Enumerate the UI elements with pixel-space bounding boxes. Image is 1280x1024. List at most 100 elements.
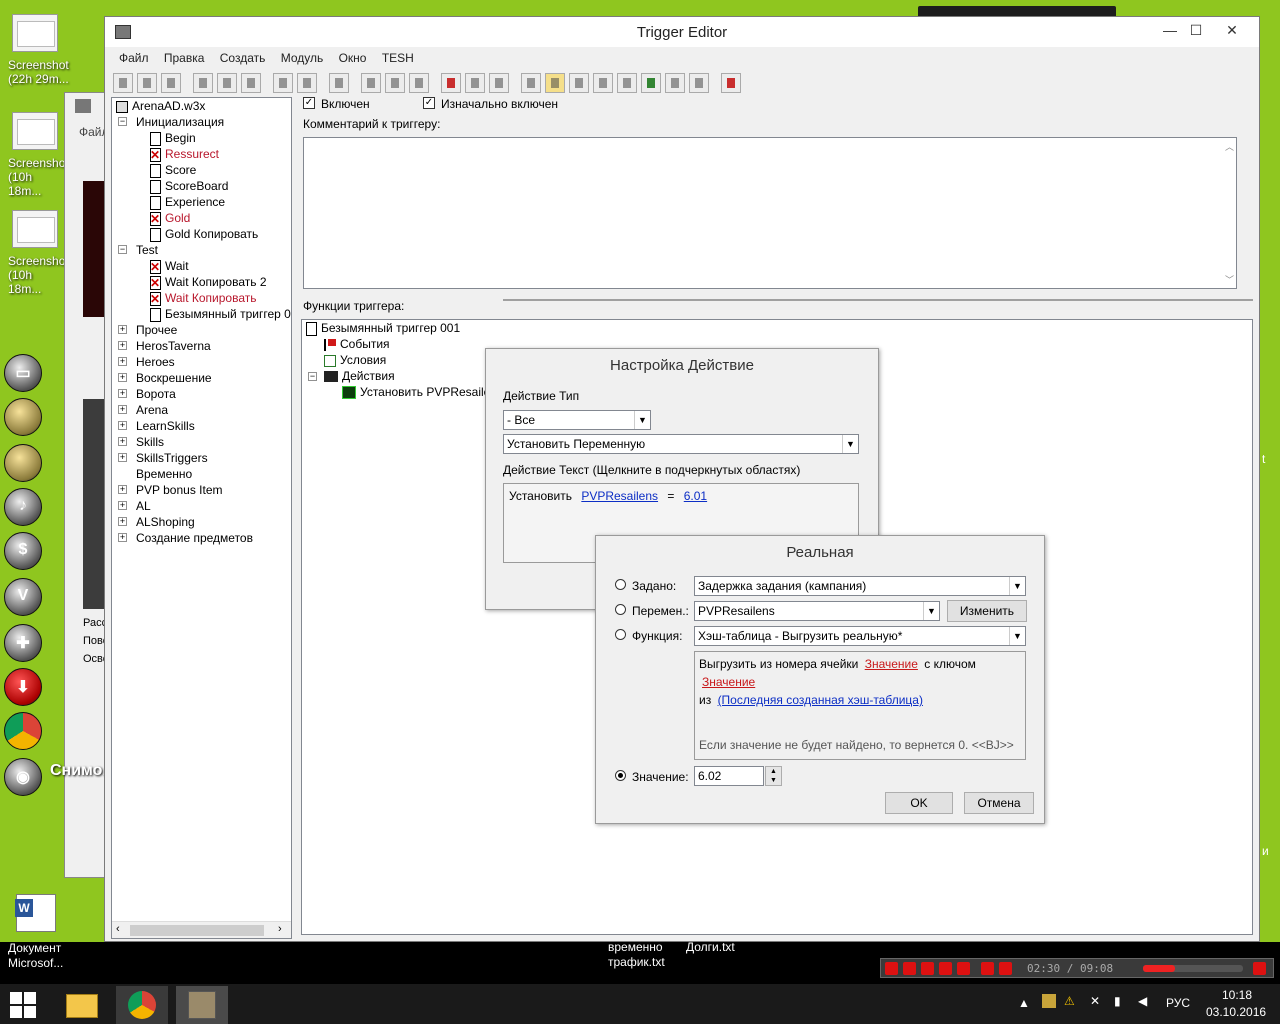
prev-icon[interactable] bbox=[939, 962, 952, 975]
tray-signal-icon[interactable]: ▮ bbox=[1114, 994, 1121, 1008]
test-map-icon[interactable] bbox=[721, 73, 741, 93]
splitter[interactable] bbox=[293, 97, 297, 939]
tree-category[interactable]: SkillsTriggers bbox=[132, 450, 208, 466]
menu-file[interactable]: Файл bbox=[113, 47, 155, 69]
edit-variable-button[interactable]: Изменить bbox=[947, 600, 1027, 622]
word-document-icon[interactable]: W bbox=[15, 894, 56, 932]
start-button[interactable] bbox=[10, 992, 36, 1018]
launcher-shield-icon[interactable]: ✚ bbox=[4, 624, 42, 662]
paste-icon[interactable] bbox=[241, 73, 261, 93]
tree-expand-toggle[interactable]: + bbox=[118, 421, 127, 430]
title-bar[interactable]: Trigger Editor — ☐ ✕ bbox=[105, 17, 1259, 47]
tree-trigger[interactable]: Score bbox=[150, 162, 196, 178]
trigger-editor-icon[interactable] bbox=[545, 73, 565, 93]
open-icon[interactable] bbox=[137, 73, 157, 93]
menu-module[interactable]: Модуль bbox=[275, 47, 330, 69]
object-editor-icon[interactable] bbox=[593, 73, 613, 93]
tree-category[interactable]: Test bbox=[132, 242, 158, 258]
tree-category[interactable]: Ворота bbox=[132, 386, 176, 402]
func-events[interactable]: События bbox=[324, 336, 390, 352]
tree-expand-toggle[interactable]: + bbox=[118, 373, 127, 382]
tree-expand-toggle[interactable]: + bbox=[118, 501, 127, 510]
new-icon[interactable] bbox=[113, 73, 133, 93]
enabled-checkbox[interactable]: ✓ bbox=[303, 97, 315, 109]
import-manager-icon[interactable] bbox=[665, 73, 685, 93]
new-category-icon[interactable] bbox=[361, 73, 381, 93]
action-type-select[interactable]: - Все ▼ bbox=[503, 410, 651, 430]
function-select[interactable]: Хэш-таблица - Выгрузить реальную* ▼ bbox=[694, 626, 1026, 646]
tray-volume-icon[interactable]: ◀ bbox=[1138, 994, 1147, 1008]
pane-splitter[interactable] bbox=[503, 299, 1253, 301]
preset-select[interactable]: Задержка задания (кампания) ▼ bbox=[694, 576, 1026, 596]
launcher-audio-icon[interactable]: ♪ bbox=[4, 488, 42, 526]
function-radio[interactable] bbox=[615, 629, 626, 640]
tree-expand-toggle[interactable]: + bbox=[118, 453, 127, 462]
action-select[interactable]: Установить Переменную ▼ bbox=[503, 434, 859, 454]
tree-trigger[interactable]: Gold bbox=[150, 210, 190, 227]
chevron-down-icon[interactable]: ▼ bbox=[634, 411, 650, 429]
tree-category[interactable]: ALShoping bbox=[132, 514, 195, 530]
tree-category[interactable]: PVP bonus Item bbox=[132, 482, 223, 498]
desktop-icon-screenshot-1[interactable]: Screenshot (22h 29m... bbox=[0, 14, 96, 86]
tray-up-arrow-icon[interactable]: ▲ bbox=[1018, 996, 1030, 1010]
file-dolgi[interactable]: Долги.txt bbox=[686, 940, 735, 954]
script-editor-icon[interactable] bbox=[689, 73, 709, 93]
chevron-down-icon[interactable]: ▼ bbox=[842, 435, 858, 453]
tree-category[interactable]: AL bbox=[132, 498, 151, 514]
launcher-chrome-icon[interactable] bbox=[4, 712, 42, 750]
value-input[interactable]: 6.02 bbox=[694, 766, 764, 786]
new-event-icon[interactable] bbox=[441, 73, 461, 93]
tree-trigger[interactable]: Begin bbox=[150, 130, 196, 146]
menu-tesh[interactable]: TESH bbox=[376, 47, 420, 69]
action-variable-link[interactable]: PVPResailens bbox=[581, 489, 658, 503]
tree-category[interactable]: Воскрешение bbox=[132, 370, 212, 386]
launcher-download-icon[interactable]: ⬇ bbox=[4, 668, 42, 706]
taskbar-world-editor[interactable] bbox=[176, 986, 228, 1024]
new-condition-icon[interactable] bbox=[465, 73, 485, 93]
tree-category[interactable]: Временно bbox=[132, 466, 192, 482]
copy-icon[interactable] bbox=[217, 73, 237, 93]
scroll-thumb[interactable] bbox=[130, 925, 264, 936]
scroll-right-icon[interactable]: › bbox=[278, 923, 282, 935]
tree-category[interactable]: LearnSkills bbox=[132, 418, 195, 434]
tray-language[interactable]: РУС bbox=[1166, 996, 1190, 1010]
redo-icon[interactable] bbox=[297, 73, 317, 93]
horizontal-scrollbar[interactable]: ‹ › bbox=[112, 921, 291, 938]
ai-editor-icon[interactable] bbox=[641, 73, 661, 93]
tree-expand-toggle[interactable]: + bbox=[118, 533, 127, 542]
campaign-editor-icon[interactable] bbox=[617, 73, 637, 93]
action-value-link[interactable]: 6.01 bbox=[684, 489, 707, 503]
cancel-button[interactable]: Отмена bbox=[964, 792, 1034, 814]
func-trigger-name[interactable]: Безымянный триггер 001 bbox=[306, 320, 460, 336]
next-icon[interactable] bbox=[999, 962, 1012, 975]
tree-trigger[interactable]: Ressurect bbox=[150, 146, 219, 163]
cut-icon[interactable] bbox=[193, 73, 213, 93]
value-spinner[interactable]: ▲ ▼ bbox=[765, 766, 782, 786]
tray-network-x-icon[interactable]: ✕ bbox=[1090, 994, 1100, 1008]
launcher-computer-icon[interactable]: ▭ bbox=[4, 354, 42, 392]
tree-root[interactable]: ArenaAD.w3x bbox=[116, 98, 205, 114]
tree-category[interactable]: Прочее bbox=[132, 322, 177, 338]
trigger-tree[interactable]: ArenaAD.w3x ‹ › −ИнициализацияBeginRessu… bbox=[111, 97, 292, 939]
tree-expand-toggle[interactable]: + bbox=[118, 389, 127, 398]
tree-trigger[interactable]: Wait bbox=[150, 258, 189, 275]
tree-expand-toggle[interactable]: + bbox=[118, 485, 127, 494]
launcher-folder-icon[interactable] bbox=[4, 398, 42, 436]
func-actions[interactable]: Действия bbox=[324, 368, 395, 384]
new-action-icon[interactable] bbox=[489, 73, 509, 93]
new-comment-icon[interactable] bbox=[409, 73, 429, 93]
tree-category[interactable]: HerosTaverna bbox=[132, 338, 211, 354]
tray-date[interactable]: 03.10.2016 bbox=[1206, 1005, 1266, 1019]
terrain-editor-icon[interactable] bbox=[521, 73, 541, 93]
desc-key-link[interactable]: Значение bbox=[702, 675, 755, 689]
tray-warning-icon[interactable]: ⚠ bbox=[1064, 994, 1075, 1008]
menu-window[interactable]: Окно bbox=[333, 47, 373, 69]
func-conditions[interactable]: Условия bbox=[324, 352, 386, 368]
word-document-label[interactable]: Документ Microsof... bbox=[8, 941, 78, 971]
initially-enabled-checkbox[interactable]: ✓ bbox=[423, 97, 435, 109]
maximize-button[interactable]: ☐ bbox=[1181, 19, 1211, 41]
tree-trigger[interactable]: Безымянный триггер 0 bbox=[150, 306, 291, 322]
undo-icon[interactable] bbox=[273, 73, 293, 93]
spin-up-icon[interactable]: ▲ bbox=[766, 767, 781, 776]
scroll-up-icon[interactable]: ︿ bbox=[1225, 140, 1234, 153]
